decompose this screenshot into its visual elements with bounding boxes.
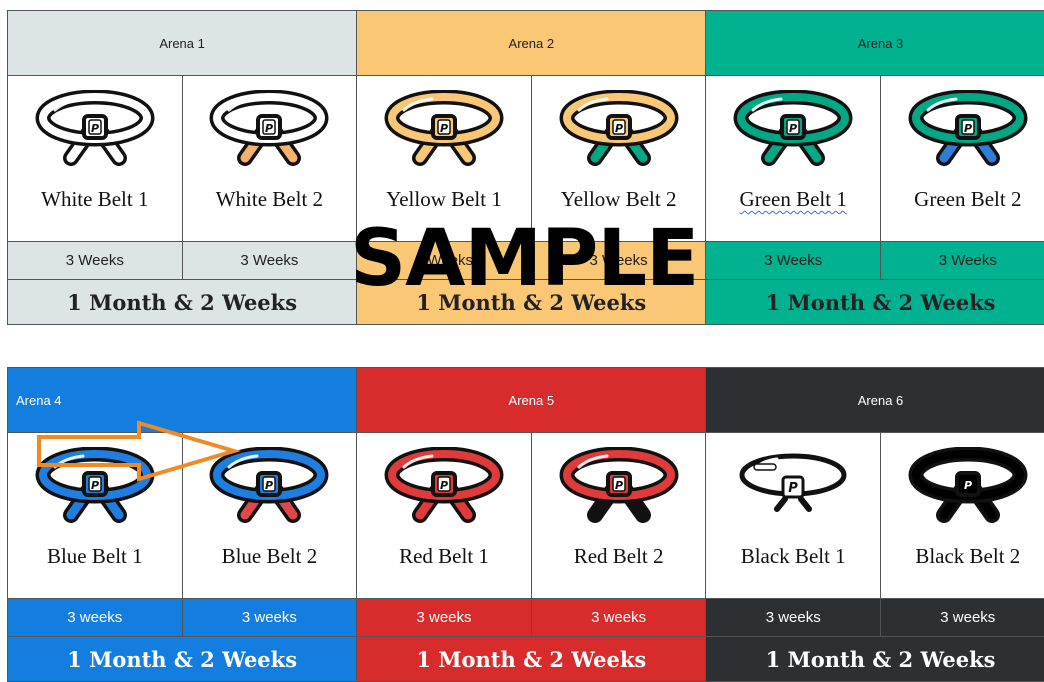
belt-name: Red Belt 2 (574, 544, 664, 569)
svg-text:P: P (265, 479, 273, 492)
belt-cell: P Green Belt 2 (881, 76, 1044, 242)
belt-duration: 3 weeks (8, 599, 183, 637)
white-belt-icon: P (35, 90, 155, 166)
svg-text:P: P (440, 122, 448, 135)
belt-name: Black Belt 2 (915, 544, 1020, 569)
arena-4-total: 1 Month & 2 Weeks (8, 637, 357, 682)
belt-name: Green Belt 2 (914, 187, 1021, 212)
belt-name: Yellow Belt 2 (561, 187, 677, 212)
arena-6-header: Arena 6 (706, 368, 1044, 433)
arena-3-total: 1 Month & 2 Weeks (706, 280, 1044, 325)
svg-text:P: P (615, 122, 623, 135)
svg-text:P: P (615, 479, 623, 492)
yellow-belt-green-tips-icon: P (559, 90, 679, 166)
belt-cell: P Black Belt 1 (706, 433, 881, 599)
belt-duration: 3 weeks (357, 599, 532, 637)
arena-5-total: 1 Month & 2 Weeks (357, 637, 706, 682)
belt-duration: 3 Weeks (706, 242, 881, 280)
green-belt-icon: P (733, 90, 853, 166)
belt-name: Red Belt 1 (399, 544, 489, 569)
arena-1-header: Arena 1 (8, 11, 357, 76)
yellow-belt-icon: P (384, 90, 504, 166)
svg-text:P: P (964, 479, 972, 492)
arena-2-header: Arena 2 (357, 11, 706, 76)
svg-text:P: P (964, 122, 972, 135)
arrow-annotation-icon (36, 420, 241, 482)
belt-duration: 3 Weeks (881, 242, 1044, 280)
belt-name: Green Belt 1 (740, 187, 847, 212)
belt-cell: P Black Belt 2 (881, 433, 1044, 599)
belt-name: White Belt 2 (216, 187, 323, 212)
belt-duration: 3 weeks (881, 599, 1044, 637)
belt-name: Black Belt 1 (741, 544, 846, 569)
belt-cell: P White Belt 1 (8, 76, 183, 242)
black-belt-solid-icon: P (908, 447, 1028, 523)
red-belt-black-tips-icon: P (559, 447, 679, 523)
svg-text:P: P (91, 122, 99, 135)
belt-cell: P Red Belt 2 (531, 433, 706, 599)
arena-5-header: Arena 5 (357, 368, 706, 433)
black-belt-outline-icon: P (733, 447, 853, 523)
svg-text:P: P (265, 122, 273, 135)
belt-name: White Belt 1 (41, 187, 148, 212)
belt-schedule-table-2: Arena 4 Arena 5 Arena 6 P Blue Belt 1 P … (7, 367, 1044, 682)
arena-6-total: 1 Month & 2 Weeks (706, 637, 1044, 682)
belt-name: Blue Belt 1 (47, 544, 143, 569)
green-belt-blue-tips-icon: P (908, 90, 1028, 166)
belt-cell: P Green Belt 1 (706, 76, 881, 242)
svg-text:P: P (788, 481, 798, 496)
belt-cell: P White Belt 2 (182, 76, 357, 242)
arena-1-total: 1 Month & 2 Weeks (8, 280, 357, 325)
red-belt-icon: P (384, 447, 504, 523)
belt-duration: 3 Weeks (182, 242, 357, 280)
belt-duration: 3 weeks (182, 599, 357, 637)
belt-duration: 3 weeks (706, 599, 881, 637)
belt-cell: P Red Belt 1 (357, 433, 532, 599)
svg-text:P: P (789, 122, 797, 135)
svg-text:P: P (440, 479, 448, 492)
arena-3-header: Arena 3 (706, 11, 1044, 76)
belt-name: Yellow Belt 1 (386, 187, 502, 212)
belt-duration: 3 Weeks (8, 242, 183, 280)
belt-duration: 3 weeks (531, 599, 706, 637)
sample-watermark: SAMPLE (350, 220, 698, 298)
belt-name: Blue Belt 2 (222, 544, 318, 569)
white-belt-orange-tips-icon: P (209, 90, 329, 166)
